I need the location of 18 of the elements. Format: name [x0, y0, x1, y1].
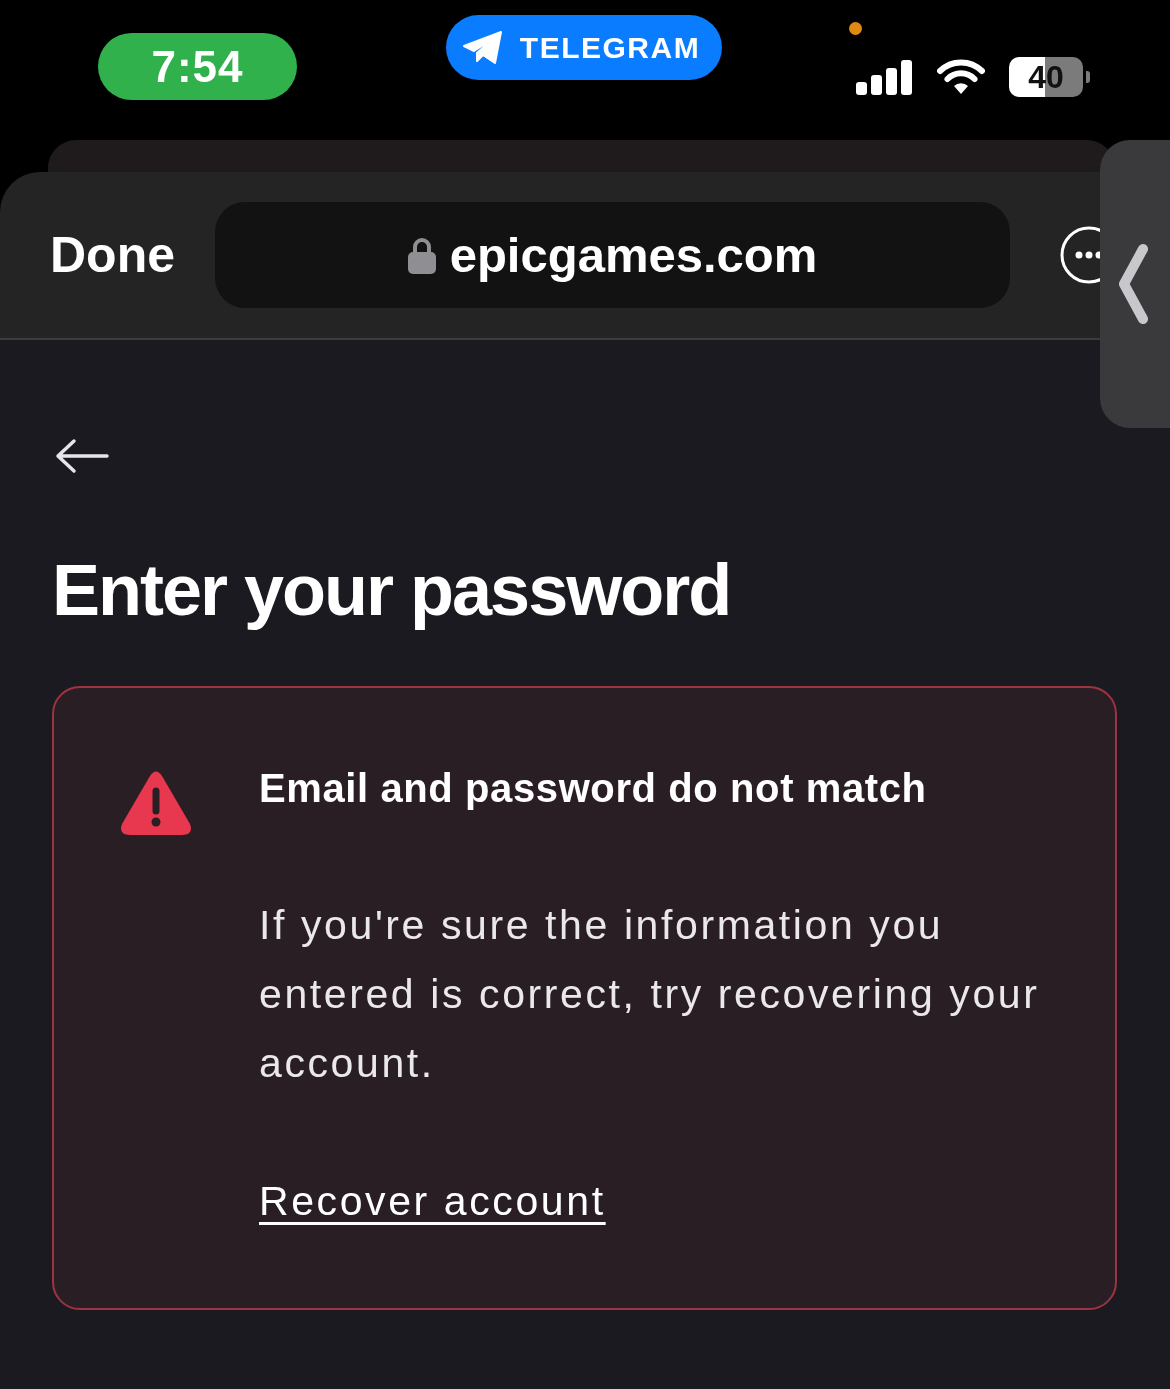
more-icon[interactable] — [1060, 226, 1100, 284]
error-title: Email and password do not match — [259, 765, 927, 812]
error-message: If you're sure the information you entered is correct, try recovering your account. — [259, 901, 1041, 1088]
wifi-icon — [937, 58, 985, 96]
done-button[interactable]: Done — [50, 226, 175, 284]
signal-icon — [856, 59, 913, 95]
recover-account-link[interactable]: Recover account — [259, 1177, 606, 1225]
chevron-icon — [1117, 243, 1149, 325]
paper-plane-icon — [461, 29, 504, 66]
side-tab[interactable] — [1100, 140, 1170, 428]
indicator-dot-icon — [849, 22, 862, 35]
back-to-app-button[interactable]: TELEGRAM — [446, 15, 722, 80]
warning-icon — [120, 771, 192, 836]
address-field[interactable]: epicgames.com — [215, 202, 1010, 308]
lock-icon — [407, 236, 436, 274]
page-heading: Enter your password — [52, 549, 731, 632]
back-arrow-icon[interactable] — [55, 438, 109, 474]
time-pill: 7:54 — [98, 33, 297, 100]
